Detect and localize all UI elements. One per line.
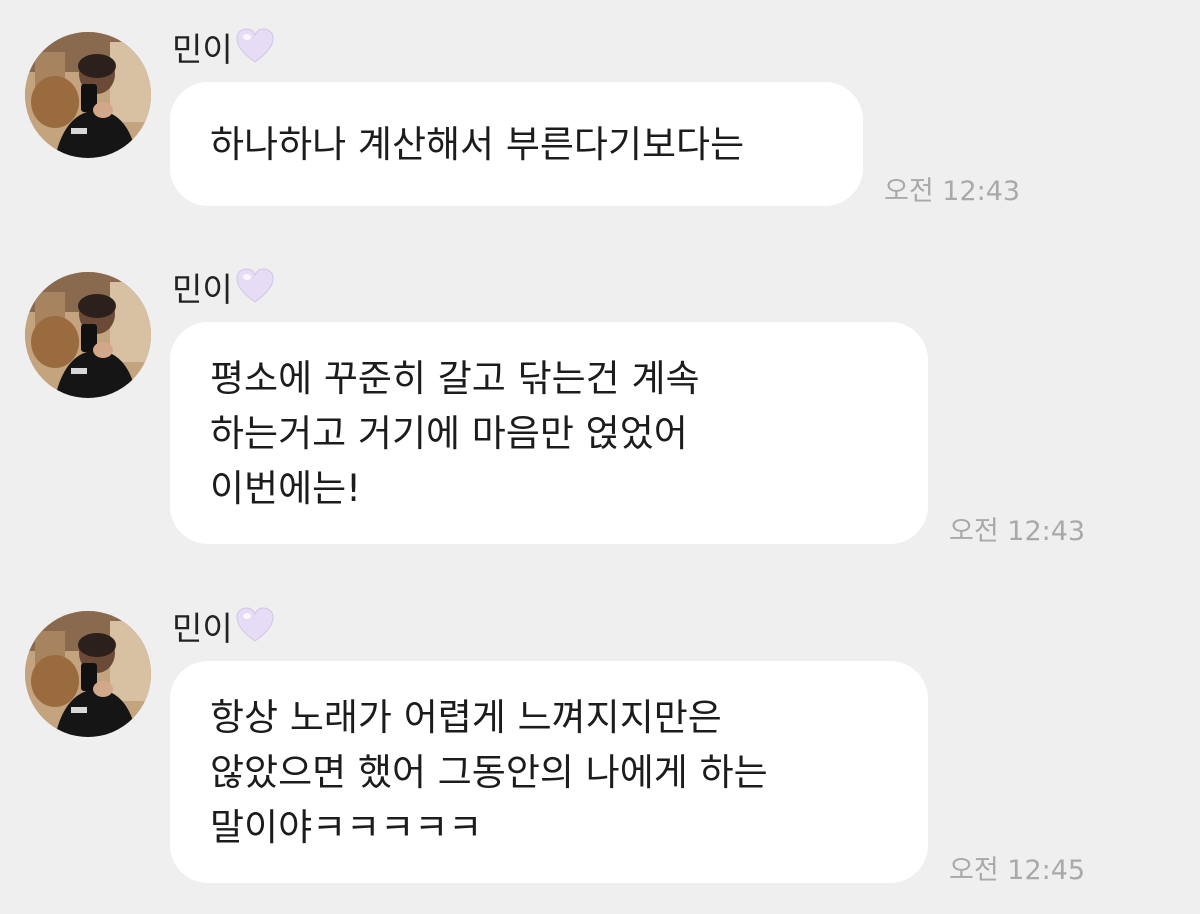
sender-name: 민이 [172, 270, 233, 309]
avatar[interactable] [25, 611, 151, 737]
timestamp: 오전 12:45 [949, 855, 1086, 886]
avatar-photo-icon [25, 32, 151, 158]
message-line: 말이야ㅋㅋㅋㅋㅋ [210, 805, 483, 849]
avatar[interactable] [25, 272, 151, 398]
sender-name-row: 민이 [172, 22, 275, 72]
heart-icon [236, 28, 274, 63]
message-line: 않았으면 했어 그동안의 나에게 하는 [210, 750, 768, 794]
message-bubble[interactable]: 평소에 꾸준히 갈고 닦는건 계속 하는거고 거기에 마음만 얹었어 이번에는! [170, 322, 928, 544]
heart-icon [236, 607, 274, 642]
heart-icon [236, 268, 274, 303]
sender-name: 민이 [172, 609, 233, 648]
sender-name: 민이 [172, 30, 233, 69]
sender-name-row: 민이 [172, 601, 275, 651]
timestamp: 오전 12:43 [884, 176, 1021, 207]
sender-name-row: 민이 [172, 262, 275, 312]
message-bubble[interactable]: 항상 노래가 어렵게 느껴지지만은 않았으면 했어 그동안의 나에게 하는 말이… [170, 661, 928, 883]
avatar[interactable] [25, 32, 151, 158]
message-line: 하는거고 거기에 마음만 얹었어 [210, 411, 688, 455]
message-line: 하나하나 계산해서 부른다기보다는 [210, 122, 745, 166]
message-bubble[interactable]: 하나하나 계산해서 부른다기보다는 [170, 82, 863, 206]
avatar-photo-icon [25, 611, 151, 737]
message-line: 이번에는! [210, 466, 361, 510]
timestamp: 오전 12:43 [949, 516, 1086, 547]
message-line: 평소에 꾸준히 갈고 닦는건 계속 [210, 356, 700, 400]
avatar-photo-icon [25, 272, 151, 398]
message-line: 항상 노래가 어렵게 느껴지지만은 [210, 695, 722, 739]
